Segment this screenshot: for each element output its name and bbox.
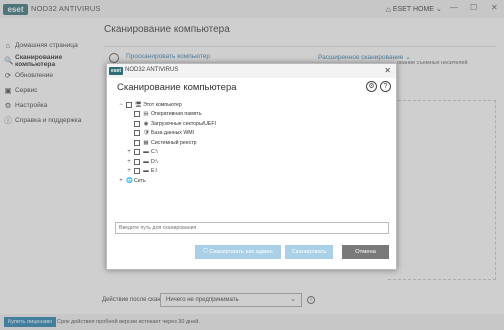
dialog-title: Сканирование компьютера (117, 82, 237, 93)
tree-item-label: Этот компьютер (143, 101, 182, 108)
scan-target-dialog: eset NOD32 ANTIVIRUS ✕ Сканирование комп… (106, 63, 397, 270)
wmi-icon: 🛡 (143, 130, 150, 137)
checkbox[interactable] (134, 120, 140, 127)
tree-item-registry[interactable]: ▦ Системный реестр (118, 138, 388, 148)
drive-icon: ▬ (143, 158, 149, 165)
help-icon[interactable]: ? (380, 81, 391, 92)
scan-button[interactable]: Сканировать (285, 245, 333, 259)
settings-icon[interactable]: ⚙ (366, 81, 377, 92)
tree-item-label: Загрузочные секторы/UEFI (151, 120, 216, 127)
dialog-close-button[interactable]: ✕ (384, 66, 391, 75)
boot-sector-icon: ◉ (143, 120, 149, 127)
scan-target-tree: − 🖥 Этот компьютер ▤ Оперативная память … (118, 100, 388, 186)
tree-item-boot-sectors[interactable]: ◉ Загрузочные секторы/UEFI (118, 119, 388, 129)
network-icon: 🌐 (126, 177, 133, 184)
memory-icon: ▤ (143, 111, 149, 118)
tree-item-wmi[interactable]: 🛡 База данных WMI (118, 129, 388, 139)
cancel-button[interactable]: Отмена (342, 245, 389, 259)
collapse-icon[interactable]: − (118, 102, 124, 108)
checkbox[interactable] (134, 158, 140, 165)
expand-icon[interactable]: + (126, 159, 132, 165)
scan-as-admin-label: Сканировать как админ (209, 249, 273, 255)
expand-icon[interactable]: + (126, 149, 132, 155)
tree-item-label: База данных WMI (151, 130, 194, 137)
checkbox[interactable] (134, 130, 140, 137)
checkbox[interactable] (134, 168, 140, 175)
tree-item-label: Оперативная память (151, 111, 202, 118)
tree-item-memory[interactable]: ▤ Оперативная память (118, 110, 388, 120)
tree-item-drive-c[interactable]: + ▬ C:\ (118, 148, 388, 158)
expand-icon[interactable]: + (118, 178, 124, 184)
scan-path-input[interactable] (115, 222, 389, 234)
tree-item-drive-e[interactable]: + ▬ E:\ (118, 167, 388, 177)
tree-item-label: Системный реестр (151, 139, 197, 146)
checkbox[interactable] (134, 149, 140, 156)
tree-item-label: C:\ (151, 149, 158, 156)
tree-item-label: E:\ (151, 168, 158, 175)
computer-icon: 🖥 (135, 101, 142, 108)
registry-icon: ▦ (143, 139, 149, 146)
tree-item-label: D:\ (151, 158, 158, 165)
tree-item-label: Сеть (134, 177, 146, 184)
expand-icon[interactable]: + (126, 168, 132, 174)
dialog-title-bar: eset NOD32 ANTIVIRUS ✕ (107, 64, 396, 78)
scan-as-admin-button[interactable]: ⛉ Сканировать как админ (195, 245, 281, 259)
drive-icon: ▬ (143, 149, 149, 156)
checkbox[interactable] (126, 101, 132, 108)
drive-icon: ▬ (143, 168, 149, 175)
checkbox[interactable] (134, 139, 140, 146)
checkbox[interactable] (134, 111, 140, 118)
tree-item-drive-d[interactable]: + ▬ D:\ (118, 157, 388, 167)
eset-logo: eset (109, 67, 123, 75)
tree-item-network[interactable]: + 🌐 Сеть (118, 176, 388, 186)
dialog-product-name: NOD32 ANTIVIRUS (125, 67, 179, 73)
tree-item-this-computer[interactable]: − 🖥 Этот компьютер (118, 100, 388, 110)
